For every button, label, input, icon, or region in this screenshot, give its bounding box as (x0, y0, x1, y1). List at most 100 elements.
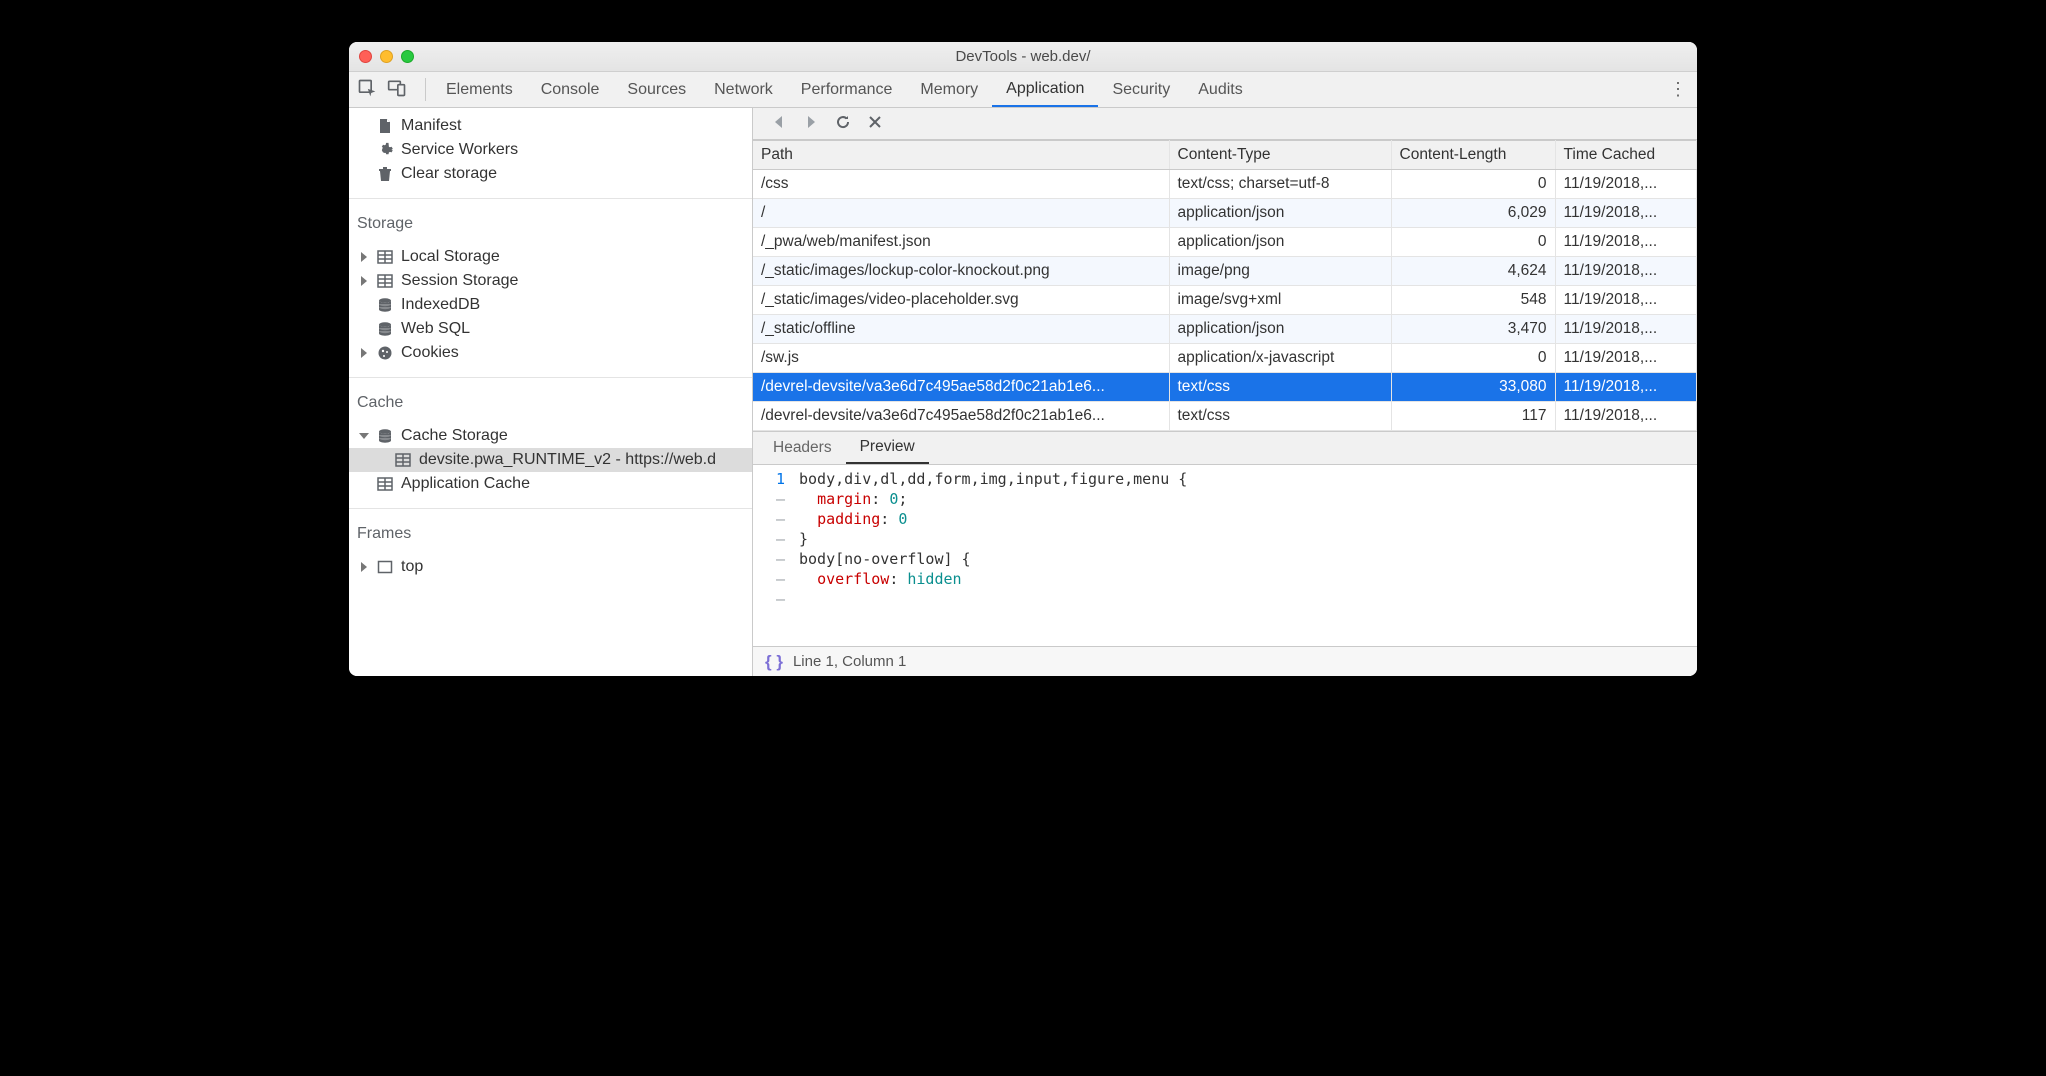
sidebar-item-session-storage[interactable]: Session Storage (349, 269, 752, 293)
disclosure-icon[interactable] (361, 252, 367, 262)
column-header-path[interactable]: Path (753, 141, 1169, 170)
sidebar-item-label: devsite.pwa_RUNTIME_v2 - https://web.d (419, 451, 716, 469)
minimize-window-button[interactable] (380, 50, 393, 63)
sidebar-item-indexeddb[interactable]: IndexedDB (349, 293, 752, 317)
table-row[interactable]: /devrel-devsite/va3e6d7c495ae58d2f0c21ab… (753, 402, 1697, 431)
sidebar-item-local-storage[interactable]: Local Storage (349, 245, 752, 269)
column-header-time-cached[interactable]: Time Cached (1555, 141, 1697, 170)
detail-subtabs: HeadersPreview (753, 431, 1697, 465)
sidebar-item-cache-storage[interactable]: Cache Storage (349, 424, 752, 448)
table-row[interactable]: /sw.jsapplication/x-javascript011/19/201… (753, 344, 1697, 373)
nav-forward-icon[interactable] (803, 114, 819, 134)
disclosure-icon[interactable] (359, 433, 369, 439)
titlebar: DevTools - web.dev/ (349, 42, 1697, 72)
window-title: DevTools - web.dev/ (349, 48, 1697, 65)
table-row[interactable]: /csstext/css; charset=utf-8011/19/2018,.… (753, 170, 1697, 199)
tab-application[interactable]: Application (992, 72, 1098, 107)
cell-path: /_static/offline (753, 315, 1169, 344)
tab-performance[interactable]: Performance (787, 72, 907, 107)
grid-icon (377, 273, 393, 289)
frame-icon (377, 559, 393, 575)
file-icon (377, 118, 393, 134)
panel-tabstrip: ElementsConsoleSourcesNetworkPerformance… (349, 72, 1697, 108)
cell-path: /_pwa/web/manifest.json (753, 228, 1169, 257)
cell-ct: image/svg+xml (1169, 286, 1391, 315)
sidebar-item-manifest[interactable]: Manifest (349, 114, 752, 138)
cell-cl: 0 (1391, 170, 1555, 199)
sidebar-item-application-cache[interactable]: Application Cache (349, 472, 752, 496)
table-row[interactable]: /application/json6,02911/19/2018,... (753, 199, 1697, 228)
disclosure-icon[interactable] (361, 562, 367, 572)
table-row[interactable]: /_static/images/video-placeholder.svgima… (753, 286, 1697, 315)
column-header-content-length[interactable]: Content-Length (1391, 141, 1555, 170)
grid-icon (395, 452, 411, 468)
more-menu-icon[interactable]: ⋮ (1669, 72, 1687, 107)
table-row[interactable]: /_static/offlineapplication/json3,47011/… (753, 315, 1697, 344)
cell-path: /devrel-devsite/va3e6d7c495ae58d2f0c21ab… (753, 402, 1169, 431)
cache-entries-table: PathContent-TypeContent-LengthTime Cache… (753, 140, 1697, 431)
disclosure-icon[interactable] (361, 348, 367, 358)
divider (425, 78, 426, 101)
tab-console[interactable]: Console (527, 72, 614, 107)
tab-network[interactable]: Network (700, 72, 787, 107)
db-icon (377, 321, 393, 337)
db-icon (377, 428, 393, 444)
subtab-headers[interactable]: Headers (759, 432, 846, 464)
grid-icon (377, 476, 393, 492)
tab-sources[interactable]: Sources (613, 72, 700, 107)
cell-cl: 548 (1391, 286, 1555, 315)
cell-tc: 11/19/2018,... (1555, 286, 1697, 315)
sidebar-item-service-workers[interactable]: Service Workers (349, 138, 752, 162)
cache-storage-panel: PathContent-TypeContent-LengthTime Cache… (753, 108, 1697, 676)
nav-back-icon[interactable] (771, 114, 787, 134)
grid-icon (377, 249, 393, 265)
sidebar-item-devsite-pwa-runtime-v2-https-web-d[interactable]: devsite.pwa_RUNTIME_v2 - https://web.d (349, 448, 752, 472)
inspect-element-icon[interactable] (357, 78, 377, 102)
column-header-content-type[interactable]: Content-Type (1169, 141, 1391, 170)
device-toggle-icon[interactable] (387, 78, 407, 102)
disclosure-icon[interactable] (361, 276, 367, 286)
sidebar-item-label: Clear storage (401, 165, 497, 183)
cell-ct: image/png (1169, 257, 1391, 286)
css-source-preview: body,div,dl,dd,form,img,input,figure,men… (793, 465, 1697, 646)
cell-ct: text/css (1169, 373, 1391, 402)
table-row[interactable]: /_static/images/lockup-color-knockout.pn… (753, 257, 1697, 286)
cookie-icon (377, 345, 393, 361)
cell-cl: 117 (1391, 402, 1555, 431)
cell-tc: 11/19/2018,... (1555, 170, 1697, 199)
cell-path: /devrel-devsite/va3e6d7c495ae58d2f0c21ab… (753, 373, 1169, 402)
delete-icon[interactable] (867, 114, 883, 134)
tab-security[interactable]: Security (1098, 72, 1184, 107)
cell-cl: 4,624 (1391, 257, 1555, 286)
sidebar-item-top[interactable]: top (349, 555, 752, 579)
cell-cl: 0 (1391, 228, 1555, 257)
maximize-window-button[interactable] (401, 50, 414, 63)
frames-heading: Frames (349, 515, 752, 549)
sidebar-item-clear-storage[interactable]: Clear storage (349, 162, 752, 186)
cell-path: /_static/images/lockup-color-knockout.pn… (753, 257, 1169, 286)
sidebar-item-label: Application Cache (401, 475, 530, 493)
cell-cl: 3,470 (1391, 315, 1555, 344)
tab-audits[interactable]: Audits (1184, 72, 1256, 107)
sidebar-item-label: top (401, 558, 423, 576)
tab-memory[interactable]: Memory (906, 72, 992, 107)
table-row[interactable]: /devrel-devsite/va3e6d7c495ae58d2f0c21ab… (753, 373, 1697, 402)
sidebar-item-label: Manifest (401, 117, 461, 135)
sidebar-item-label: Cache Storage (401, 427, 508, 445)
sidebar-item-web-sql[interactable]: Web SQL (349, 317, 752, 341)
window-controls (359, 50, 414, 63)
subtab-preview[interactable]: Preview (846, 432, 929, 464)
sidebar-item-cookies[interactable]: Cookies (349, 341, 752, 365)
application-sidebar: ManifestService WorkersClear storage Sto… (349, 108, 753, 676)
refresh-icon[interactable] (835, 114, 851, 134)
sidebar-item-label: Session Storage (401, 272, 518, 290)
close-window-button[interactable] (359, 50, 372, 63)
table-row[interactable]: /_pwa/web/manifest.jsonapplication/json0… (753, 228, 1697, 257)
sidebar-item-label: Cookies (401, 344, 459, 362)
cell-tc: 11/19/2018,... (1555, 228, 1697, 257)
pretty-print-icon[interactable]: { } (765, 652, 783, 672)
tab-elements[interactable]: Elements (432, 72, 527, 107)
cell-cl: 0 (1391, 344, 1555, 373)
sidebar-item-label: Service Workers (401, 141, 518, 159)
sidebar-item-label: Local Storage (401, 248, 500, 266)
